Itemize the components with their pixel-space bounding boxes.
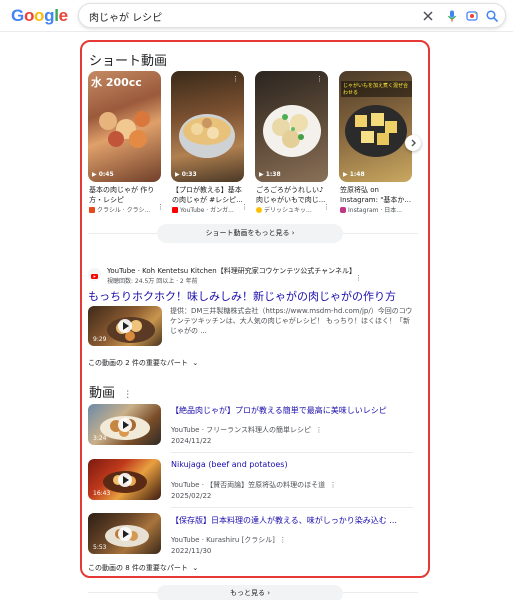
more-icon[interactable]: ⋮	[232, 75, 240, 83]
divider	[171, 452, 413, 453]
search-icon[interactable]	[485, 9, 499, 23]
duration-label: ▶ 0:45	[92, 171, 114, 178]
short-thumbnail[interactable]: ⋮ ▶ 0:33	[171, 71, 244, 182]
header: Google	[0, 0, 513, 32]
more-icon[interactable]: ⋮	[241, 203, 248, 211]
short-source: Instagram · 日本...	[340, 205, 416, 214]
chevron-down-icon: ⌄	[192, 564, 199, 572]
video-source: YouTube · Kurashiru [クラシル] ⋮	[171, 536, 287, 544]
play-icon	[117, 526, 132, 541]
chevron-right-icon: ›	[291, 229, 295, 237]
more-results-button[interactable]: もっと見る ›	[157, 585, 343, 600]
duration-label: ▶ 1:38	[259, 171, 281, 178]
more-icon[interactable]: ⋮	[279, 536, 286, 544]
video-thumbnail[interactable]: 3:24	[88, 404, 161, 445]
more-icon[interactable]: ⋮	[355, 274, 362, 282]
camera-lens-icon[interactable]	[465, 9, 479, 23]
shorts-section-title: ショート動画	[89, 54, 168, 69]
short-title[interactable]: 基本の肉じゃが 作り方・レシピ	[89, 185, 163, 205]
chevron-down-icon: ⌄	[192, 359, 199, 367]
next-shorts-button[interactable]	[405, 135, 421, 151]
duration-label: ▶ 1:48	[343, 171, 365, 178]
search-input[interactable]	[89, 8, 409, 24]
video-title-link[interactable]: Nikujaga (beef and potatoes)	[171, 460, 288, 469]
google-logo[interactable]: Google	[11, 6, 68, 26]
short-thumbnail[interactable]: 水 200cc ▶ 0:45	[88, 71, 161, 182]
more-icon[interactable]: ⋮	[323, 203, 330, 211]
video-date: 2024/11/22	[171, 437, 212, 445]
video-source: YouTube · 【賛否両論】笠原将弘の料理のほそ道 ⋮	[171, 481, 337, 489]
video-date: 2025/02/22	[171, 492, 212, 500]
clear-icon[interactable]	[421, 9, 435, 23]
short-title[interactable]: 【プロが教える】基本の肉じゃが #レシピ...	[172, 185, 246, 205]
result-source[interactable]: YouTube · Koh Kentetsu Kitchen【料理研究家コウケン…	[107, 266, 356, 276]
video-source: YouTube · フリーランス料理人の簡単レシピ ⋮	[171, 426, 323, 434]
thumbnail-caption: 水 200cc	[91, 76, 142, 89]
play-icon	[117, 472, 132, 487]
key-moments-toggle[interactable]: この動画の 2 件の重要なパート ⌄	[88, 358, 198, 368]
video-title-link[interactable]: 【保存版】日本料理の達人が教える、味がしっかり染み込む ...	[171, 515, 397, 526]
duration-label: 5:53	[93, 544, 107, 551]
kurashiru-icon	[89, 207, 95, 213]
play-icon	[118, 319, 132, 333]
microphone-icon[interactable]	[445, 9, 459, 23]
result-snippet: 提供：DM三井製糖株式会社（https://www.msdm-hd.com/jp…	[170, 307, 413, 335]
short-title[interactable]: ごろごろがうれしい♪ 肉じゃがいもで肉じ...	[256, 185, 330, 205]
delish-icon	[256, 207, 262, 213]
result-meta: 視聴回数: 24.5万 回以上 · 2 年前	[107, 278, 198, 285]
more-icon[interactable]: ⋮	[330, 481, 337, 489]
video-thumbnail[interactable]: 16:43	[88, 459, 161, 500]
short-thumbnail[interactable]: ⋮ ▶ 1:38	[255, 71, 328, 182]
video-title-link[interactable]: 【絶品肉じゃが】プロが教える簡単で最高に美味しいレシピ	[171, 405, 387, 416]
youtube-icon	[91, 274, 98, 279]
youtube-icon	[172, 207, 178, 213]
duration-label: 16:43	[93, 490, 111, 497]
duration-label: 9:29	[93, 336, 107, 343]
short-source: YouTube · ガンガ...	[172, 205, 248, 214]
more-icon[interactable]: ⋮	[316, 75, 324, 83]
key-moments-toggle[interactable]: この動画の 8 件の重要なパート ⌄	[88, 563, 198, 573]
instagram-icon	[340, 207, 346, 213]
result-title-link[interactable]: もっちりホクホク！味しみしみ！新じゃがの肉じゃがの作り方	[88, 288, 396, 304]
result-thumbnail[interactable]: 9:29	[88, 306, 162, 346]
video-thumbnail[interactable]: 5:53	[88, 513, 161, 554]
short-source: デリッシュキッ...	[256, 205, 332, 214]
chevron-right-icon	[411, 139, 416, 147]
food-image	[345, 105, 407, 157]
food-image	[99, 111, 150, 148]
video-date: 2022/11/30	[171, 547, 212, 555]
search-box	[78, 3, 506, 28]
videos-section-title: 動画 ⋮	[89, 386, 133, 401]
short-thumbnail[interactable]: じゃがいもを加え煮く混ぜ合わせる ▶ 1:48	[339, 71, 412, 182]
food-image	[263, 105, 321, 157]
divider	[171, 507, 413, 508]
more-icon[interactable]: ⋮	[157, 203, 164, 211]
chevron-right-icon: ›	[267, 589, 271, 597]
more-icon[interactable]: ⋮	[123, 390, 132, 400]
duration-label: ▶ 0:33	[175, 171, 197, 178]
food-image	[179, 114, 235, 158]
result-favicon	[88, 268, 101, 281]
duration-label: 3:24	[93, 435, 107, 442]
play-icon	[117, 417, 132, 432]
more-icon[interactable]: ⋮	[315, 426, 322, 434]
short-source: クラシル · クラシ...	[89, 205, 165, 214]
more-shorts-button[interactable]: ショート動画をもっと見る ›	[157, 224, 343, 243]
short-title[interactable]: 笠原将弘 on Instagram: "基本か...	[340, 185, 414, 205]
